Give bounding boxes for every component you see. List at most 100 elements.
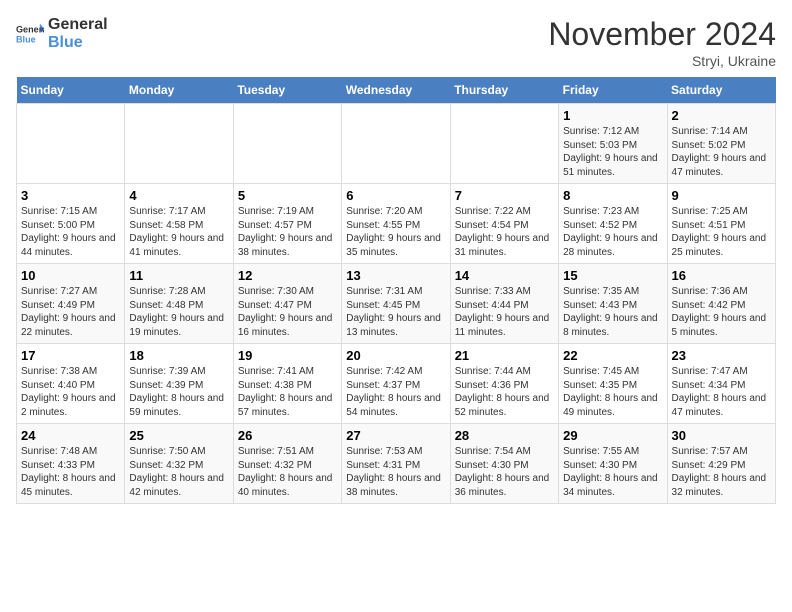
day-info: Sunrise: 7:42 AM Sunset: 4:37 PM Dayligh… <box>346 365 445 419</box>
calendar-cell: 27 Sunrise: 7:53 AM Sunset: 4:31 PM Dayli… <box>342 424 450 504</box>
day-info: Sunrise: 7:19 AM Sunset: 4:57 PM Dayligh… <box>238 205 337 259</box>
day-info: Sunrise: 7:38 AM Sunset: 4:40 PM Dayligh… <box>21 365 120 419</box>
calendar-cell: 26 Sunrise: 7:51 AM Sunset: 4:32 PM Dayli… <box>233 424 341 504</box>
calendar-cell: 19Sunrise: 7:41 AM Sunset: 4:38 PM Dayli… <box>233 344 341 424</box>
calendar-cell: 22Sunrise: 7:45 AM Sunset: 4:35 PM Dayli… <box>559 344 667 424</box>
calendar-cell: 4 Sunrise: 7:17 AM Sunset: 4:58 PM Daylig… <box>125 184 233 264</box>
day-number: 4 <box>129 188 228 203</box>
calendar-cell <box>125 104 233 184</box>
day-info: Sunrise: 7:31 AM Sunset: 4:45 PM Dayligh… <box>346 285 445 339</box>
calendar-week-3: 10 Sunrise: 7:27 AM Sunset: 4:49 PM Dayli… <box>17 264 776 344</box>
day-number: 6 <box>346 188 445 203</box>
day-header-saturday: Saturday <box>667 77 775 104</box>
day-header-tuesday: Tuesday <box>233 77 341 104</box>
day-number: 27 <box>346 428 445 443</box>
calendar-cell: 20Sunrise: 7:42 AM Sunset: 4:37 PM Dayli… <box>342 344 450 424</box>
logo-general-text: General <box>48 16 108 34</box>
day-number: 11 <box>129 268 228 283</box>
calendar-cell: 28 Sunrise: 7:54 AM Sunset: 4:30 PM Dayli… <box>450 424 558 504</box>
calendar-cell <box>17 104 125 184</box>
day-info: Sunrise: 7:28 AM Sunset: 4:48 PM Dayligh… <box>129 285 228 339</box>
day-info: Sunrise: 7:20 AM Sunset: 4:55 PM Dayligh… <box>346 205 445 259</box>
day-info: Sunrise: 7:39 AM Sunset: 4:39 PM Dayligh… <box>129 365 228 419</box>
day-info: Sunrise: 7:36 AM Sunset: 4:42 PM Dayligh… <box>672 285 771 339</box>
calendar-cell: 21 Sunrise: 7:44 AM Sunset: 4:36 PM Dayli… <box>450 344 558 424</box>
calendar-week-2: 3 Sunrise: 7:15 AM Sunset: 5:00 PM Daylig… <box>17 184 776 264</box>
day-number: 17 <box>21 348 120 363</box>
calendar-cell: 7Sunrise: 7:22 AM Sunset: 4:54 PM Daylig… <box>450 184 558 264</box>
calendar-cell: 15 Sunrise: 7:35 AM Sunset: 4:43 PM Dayli… <box>559 264 667 344</box>
calendar-cell: 18 Sunrise: 7:39 AM Sunset: 4:39 PM Dayli… <box>125 344 233 424</box>
day-number: 3 <box>21 188 120 203</box>
calendar-cell: 1Sunrise: 7:12 AM Sunset: 5:03 PM Daylig… <box>559 104 667 184</box>
day-info: Sunrise: 7:27 AM Sunset: 4:49 PM Dayligh… <box>21 285 120 339</box>
day-info: Sunrise: 7:35 AM Sunset: 4:43 PM Dayligh… <box>563 285 662 339</box>
day-number: 26 <box>238 428 337 443</box>
calendar-cell: 13 Sunrise: 7:31 AM Sunset: 4:45 PM Dayli… <box>342 264 450 344</box>
calendar-cell: 10 Sunrise: 7:27 AM Sunset: 4:49 PM Dayli… <box>17 264 125 344</box>
day-number: 18 <box>129 348 228 363</box>
day-info: Sunrise: 7:22 AM Sunset: 4:54 PM Dayligh… <box>455 205 554 259</box>
calendar-cell <box>450 104 558 184</box>
day-info: Sunrise: 7:25 AM Sunset: 4:51 PM Dayligh… <box>672 205 771 259</box>
day-number: 8 <box>563 188 662 203</box>
day-number: 29 <box>563 428 662 443</box>
day-number: 10 <box>21 268 120 283</box>
title-section: November 2024 Stryi, Ukraine <box>548 16 776 69</box>
calendar-cell: 16 Sunrise: 7:36 AM Sunset: 4:42 PM Dayli… <box>667 264 775 344</box>
day-info: Sunrise: 7:51 AM Sunset: 4:32 PM Dayligh… <box>238 445 337 499</box>
day-number: 13 <box>346 268 445 283</box>
day-number: 28 <box>455 428 554 443</box>
day-header-sunday: Sunday <box>17 77 125 104</box>
calendar-cell: 11 Sunrise: 7:28 AM Sunset: 4:48 PM Dayli… <box>125 264 233 344</box>
day-info: Sunrise: 7:23 AM Sunset: 4:52 PM Dayligh… <box>563 205 662 259</box>
day-number: 21 <box>455 348 554 363</box>
calendar-cell: 9 Sunrise: 7:25 AM Sunset: 4:51 PM Daylig… <box>667 184 775 264</box>
calendar-cell: 3 Sunrise: 7:15 AM Sunset: 5:00 PM Daylig… <box>17 184 125 264</box>
calendar-cell: 2 Sunrise: 7:14 AM Sunset: 5:02 PM Daylig… <box>667 104 775 184</box>
logo: General Blue General Blue <box>16 16 108 51</box>
day-info: Sunrise: 7:55 AM Sunset: 4:30 PM Dayligh… <box>563 445 662 499</box>
calendar-cell: 8 Sunrise: 7:23 AM Sunset: 4:52 PM Daylig… <box>559 184 667 264</box>
calendar-week-5: 24 Sunrise: 7:48 AM Sunset: 4:33 PM Dayli… <box>17 424 776 504</box>
day-info: Sunrise: 7:48 AM Sunset: 4:33 PM Dayligh… <box>21 445 120 499</box>
day-info: Sunrise: 7:17 AM Sunset: 4:58 PM Dayligh… <box>129 205 228 259</box>
calendar-cell: 24 Sunrise: 7:48 AM Sunset: 4:33 PM Dayli… <box>17 424 125 504</box>
day-info: Sunrise: 7:54 AM Sunset: 4:30 PM Dayligh… <box>455 445 554 499</box>
day-number: 16 <box>672 268 771 283</box>
day-info: Sunrise: 7:14 AM Sunset: 5:02 PM Dayligh… <box>672 125 771 179</box>
calendar-cell: 5 Sunrise: 7:19 AM Sunset: 4:57 PM Daylig… <box>233 184 341 264</box>
calendar-cell: 14 Sunrise: 7:33 AM Sunset: 4:44 PM Dayli… <box>450 264 558 344</box>
month-title: November 2024 <box>548 16 776 53</box>
calendar-header: SundayMondayTuesdayWednesdayThursdayFrid… <box>17 77 776 104</box>
day-number: 25 <box>129 428 228 443</box>
calendar-cell <box>233 104 341 184</box>
day-number: 5 <box>238 188 337 203</box>
day-info: Sunrise: 7:53 AM Sunset: 4:31 PM Dayligh… <box>346 445 445 499</box>
day-number: 1 <box>563 108 662 123</box>
day-number: 2 <box>672 108 771 123</box>
day-number: 30 <box>672 428 771 443</box>
day-header-thursday: Thursday <box>450 77 558 104</box>
calendar-cell: 29 Sunrise: 7:55 AM Sunset: 4:30 PM Dayli… <box>559 424 667 504</box>
logo-icon: General Blue <box>16 20 44 48</box>
calendar-week-1: 1Sunrise: 7:12 AM Sunset: 5:03 PM Daylig… <box>17 104 776 184</box>
day-info: Sunrise: 7:45 AM Sunset: 4:35 PM Dayligh… <box>563 365 662 419</box>
page-header: General Blue General Blue November 2024 … <box>16 16 776 69</box>
day-info: Sunrise: 7:44 AM Sunset: 4:36 PM Dayligh… <box>455 365 554 419</box>
svg-text:Blue: Blue <box>16 34 36 44</box>
day-info: Sunrise: 7:15 AM Sunset: 5:00 PM Dayligh… <box>21 205 120 259</box>
day-number: 24 <box>21 428 120 443</box>
day-info: Sunrise: 7:33 AM Sunset: 4:44 PM Dayligh… <box>455 285 554 339</box>
location: Stryi, Ukraine <box>548 53 776 69</box>
day-header-monday: Monday <box>125 77 233 104</box>
day-number: 9 <box>672 188 771 203</box>
day-info: Sunrise: 7:30 AM Sunset: 4:47 PM Dayligh… <box>238 285 337 339</box>
day-number: 15 <box>563 268 662 283</box>
calendar-cell: 6 Sunrise: 7:20 AM Sunset: 4:55 PM Daylig… <box>342 184 450 264</box>
calendar-cell: 30Sunrise: 7:57 AM Sunset: 4:29 PM Dayli… <box>667 424 775 504</box>
day-header-friday: Friday <box>559 77 667 104</box>
day-number: 14 <box>455 268 554 283</box>
calendar-cell: 23Sunrise: 7:47 AM Sunset: 4:34 PM Dayli… <box>667 344 775 424</box>
day-header-wednesday: Wednesday <box>342 77 450 104</box>
